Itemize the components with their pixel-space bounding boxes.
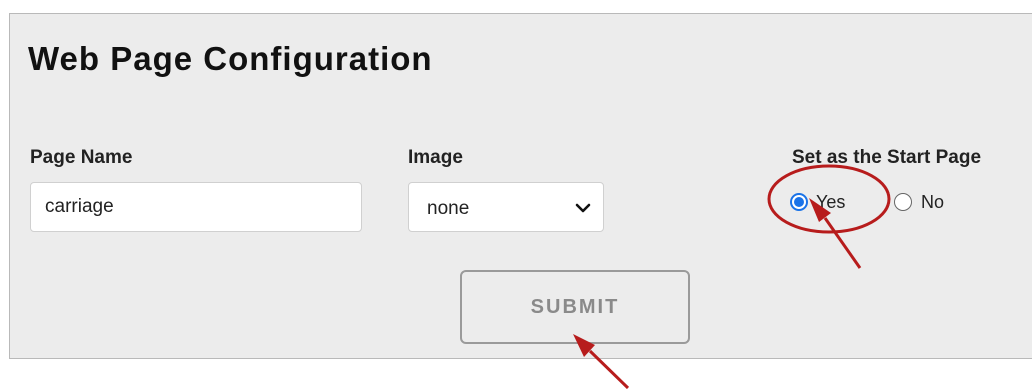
submit-button[interactable]: SUBMIT bbox=[460, 270, 690, 344]
page-name-label: Page Name bbox=[30, 147, 133, 168]
start-page-yes-radio[interactable] bbox=[790, 193, 808, 211]
image-select-value: none bbox=[427, 198, 470, 219]
start-page-label: Set as the Start Page bbox=[792, 147, 982, 168]
image-select[interactable]: none bbox=[408, 182, 604, 232]
start-page-no-radio[interactable] bbox=[894, 193, 912, 211]
start-page-no-label[interactable]: No bbox=[921, 192, 944, 213]
start-page-yes-label[interactable]: Yes bbox=[816, 192, 845, 213]
chevron-down-icon bbox=[575, 203, 591, 213]
page-name-input[interactable] bbox=[30, 182, 362, 232]
config-panel: Web Page Configuration Page Name Image n… bbox=[9, 13, 1032, 359]
image-label: Image bbox=[408, 147, 463, 168]
page-title: Web Page Configuration bbox=[28, 40, 433, 77]
